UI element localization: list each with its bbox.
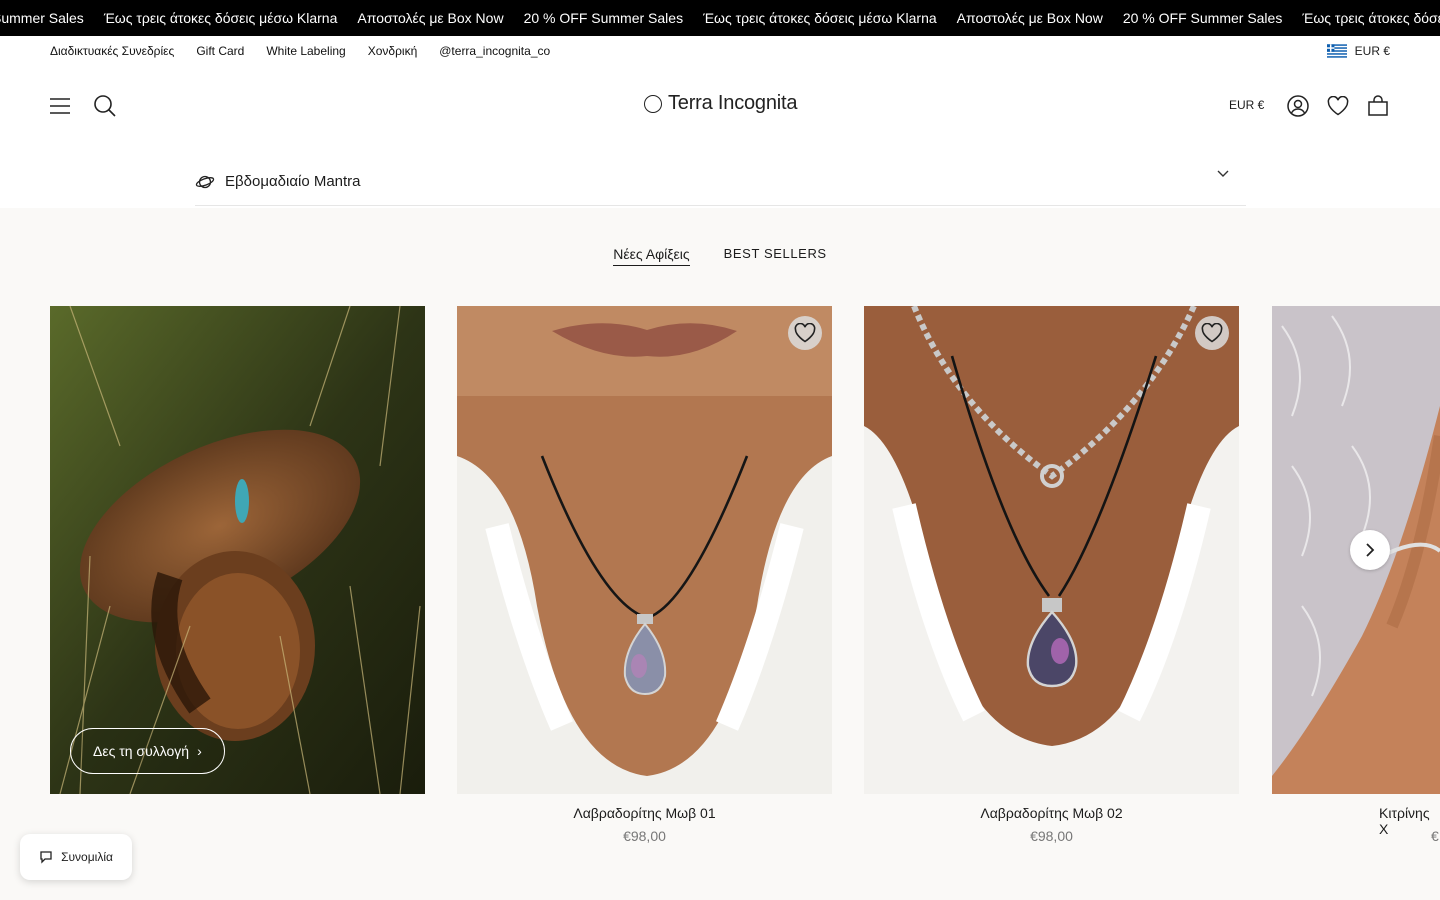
announcement-item: Αποστολές με Box Now (357, 10, 504, 26)
tab-best-sellers[interactable]: BEST SELLERS (724, 246, 827, 266)
nav-link-gift-card[interactable]: Gift Card (196, 44, 244, 58)
chat-widget-button[interactable]: Συνομιλία (20, 834, 132, 880)
product-tabs: Νέες Αφίξεις BEST SELLERS (0, 246, 1440, 266)
chevron-down-icon (1217, 170, 1229, 177)
nav-link-instagram[interactable]: @terra_incognita_co (439, 44, 550, 58)
tab-new-arrivals[interactable]: Νέες Αφίξεις (613, 246, 690, 266)
planet-icon (195, 175, 215, 188)
wishlist-icon[interactable] (1326, 94, 1350, 118)
collection-photo (50, 306, 425, 794)
product-photo (864, 306, 1239, 794)
site-header: Terra Incognita EUR € Εβδομαδιαίο Mantra (0, 66, 1440, 208)
heart-icon (1201, 323, 1223, 343)
cart-icon[interactable] (1366, 94, 1390, 118)
locale-label: EUR € (1354, 44, 1390, 58)
announcement-item: 20 % OFF Summer Sales (1122, 10, 1283, 26)
weekly-mantra-accordion[interactable]: Εβδομαδιαίο Mantra (195, 158, 1246, 206)
announcement-item: Έως τρεις άτοκες δόσεις (1302, 10, 1440, 26)
collection-banner[interactable]: Δες τη συλλογή › (50, 306, 425, 794)
greece-flag-icon (1326, 44, 1347, 58)
currency-selector[interactable]: EUR € (1229, 98, 1264, 112)
mantra-label: Εβδομαδιαίο Mantra (225, 173, 361, 190)
announcement-bar: Summer Sales Έως τρεις άτοκες δόσεις μέσ… (0, 0, 1440, 36)
logo-circle-icon (644, 94, 662, 113)
utility-nav: Διαδικτυακές Συνεδρίες Gift Card White L… (0, 36, 1440, 66)
announcement-item: Έως τρεις άτοκες δόσεις μέσω Klarna (103, 10, 338, 26)
nav-link-white-labeling[interactable]: White Labeling (266, 44, 345, 58)
chevron-right-icon: › (197, 743, 202, 759)
announcement-item: 20 % OFF Summer Sales (523, 10, 684, 26)
wishlist-button[interactable] (788, 316, 822, 350)
locale-selector[interactable]: EUR € (1326, 44, 1390, 58)
view-collection-label: Δες τη συλλογή (93, 743, 190, 759)
account-icon[interactable] (1286, 94, 1310, 118)
announcement-item: Summer Sales (0, 10, 84, 26)
nav-link-online-sessions[interactable]: Διαδικτυακές Συνεδρίες (50, 44, 174, 58)
announcement-item: Αποστολές με Box Now (956, 10, 1103, 26)
logo-text: Terra Incognita (668, 92, 798, 114)
product-name[interactable]: Λαβραδορίτης Μωβ 02 (864, 805, 1239, 821)
nav-link-wholesale[interactable]: Χονδρική (368, 44, 418, 58)
product-name[interactable]: Λαβραδορίτης Μωβ 01 (457, 805, 832, 821)
carousel-next-button[interactable] (1350, 530, 1390, 570)
menu-icon[interactable] (48, 94, 72, 118)
product-price: €98,00 (1030, 828, 1073, 844)
chat-bubble-icon (40, 851, 52, 864)
wishlist-button[interactable] (1195, 316, 1229, 350)
chat-label: Συνομιλία (61, 850, 113, 864)
product-photo (457, 306, 832, 794)
product-card[interactable] (457, 306, 832, 794)
chevron-right-icon (1366, 543, 1375, 557)
heart-icon (794, 323, 816, 343)
site-logo[interactable]: Terra Incognita (644, 92, 797, 115)
product-price: € (1431, 828, 1439, 844)
view-collection-button[interactable]: Δες τη συλλογή › (70, 728, 225, 774)
announcement-item: Έως τρεις άτοκες δόσεις μέσω Klarna (703, 10, 937, 26)
product-card[interactable] (864, 306, 1239, 794)
product-price: €98,00 (623, 828, 666, 844)
search-icon[interactable] (93, 94, 117, 118)
